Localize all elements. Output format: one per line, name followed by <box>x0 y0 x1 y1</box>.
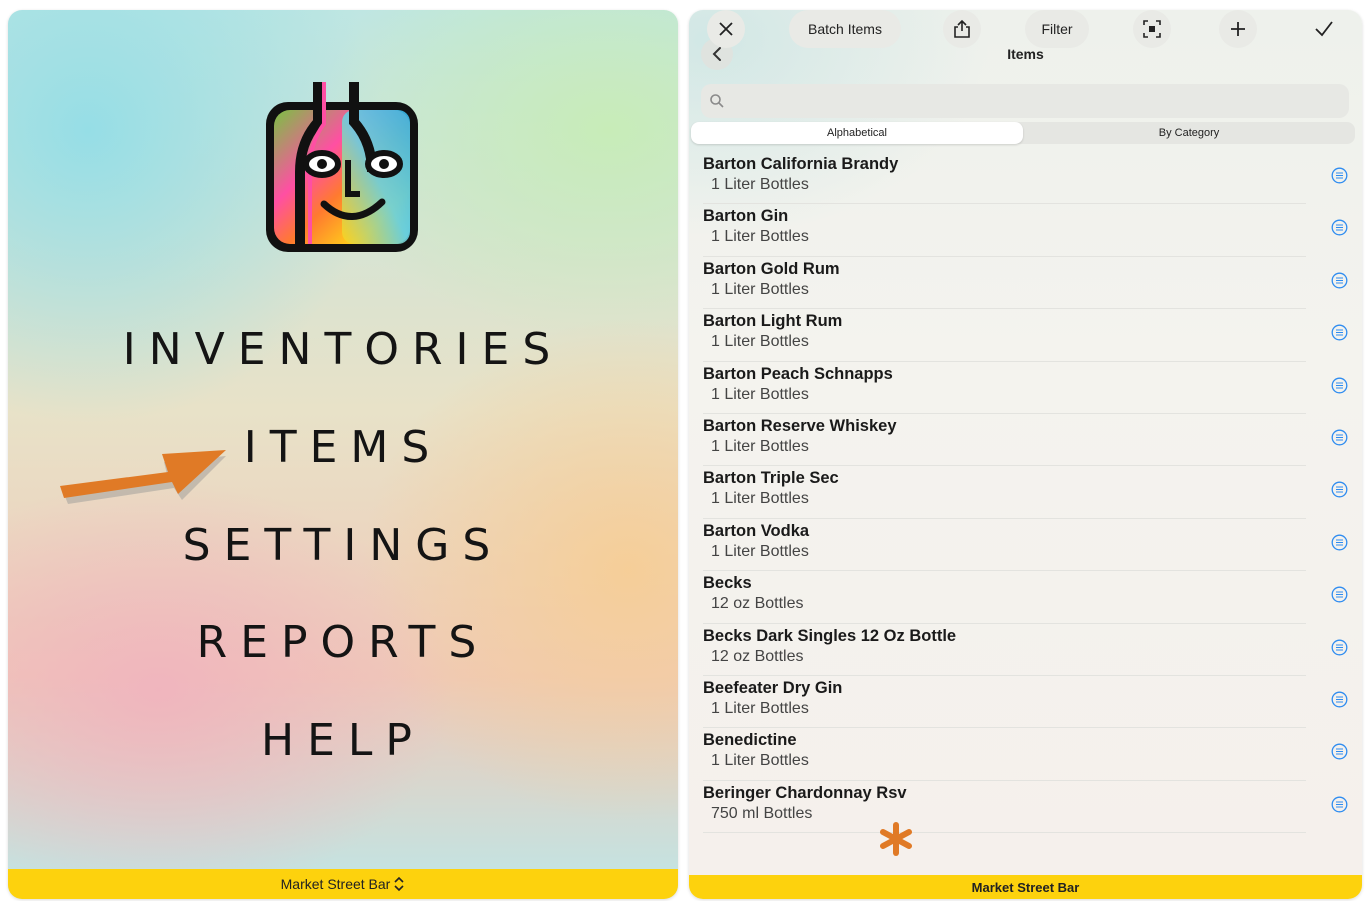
list-item[interactable]: Becks 12 oz Bottles <box>689 571 1362 624</box>
scan-button[interactable] <box>1133 10 1171 48</box>
sort-segmented-control[interactable]: Alphabetical By Category <box>691 122 1355 144</box>
list-item[interactable]: Barton Vodka 1 Liter Bottles <box>689 519 1362 572</box>
items-list: Barton California Brandy 1 Liter Bottles B… <box>689 152 1362 834</box>
item-unit: 1 Liter Bottles <box>711 752 809 770</box>
item-unit: 750 ml Bottles <box>711 804 813 822</box>
filter-label: Filter <box>1041 21 1073 37</box>
menu-inventories[interactable]: INVENTORIES <box>8 324 678 375</box>
items-panel: Items Alphabetical By Category Barton Ca… <box>689 10 1362 899</box>
list-item[interactable]: Barton California Brandy 1 Liter Bottles <box>689 152 1362 205</box>
details-icon[interactable] <box>1331 691 1348 708</box>
row-divider <box>703 832 1306 834</box>
details-icon[interactable] <box>1331 586 1348 603</box>
item-name: Becks Dark Singles 12 Oz Bottle <box>703 626 957 645</box>
item-unit: 1 Liter Bottles <box>711 437 809 455</box>
details-icon[interactable] <box>1331 743 1348 760</box>
details-icon[interactable] <box>1331 534 1348 551</box>
item-unit: 1 Liter Bottles <box>711 176 809 193</box>
item-name: Barton Gin <box>703 207 789 226</box>
search-bar[interactable] <box>701 84 1349 118</box>
list-item[interactable]: Barton Peach Schnapps 1 Liter Bottles <box>689 362 1362 414</box>
item-name: Beringer Chardonnay Rsv <box>703 783 907 802</box>
list-item[interactable]: Barton Triple Sec 1 Liter Bottles <box>689 466 1362 519</box>
item-name: Benedictine <box>703 731 797 750</box>
details-icon[interactable] <box>1331 167 1348 184</box>
item-unit: 1 Liter Bottles <box>711 490 809 508</box>
share-button[interactable] <box>943 10 981 48</box>
details-icon[interactable] <box>1331 272 1348 289</box>
item-name: Barton Triple Sec <box>703 469 839 488</box>
batch-items-button[interactable]: Batch Items <box>789 10 901 48</box>
list-item[interactable]: Barton Gold Rum 1 Liter Bottles <box>689 257 1362 310</box>
menu-help[interactable]: HELP <box>8 715 678 766</box>
item-unit: 1 Liter Bottles <box>711 228 809 246</box>
list-item[interactable]: Barton Light Rum 1 Liter Bottles <box>689 309 1362 362</box>
details-icon[interactable] <box>1331 481 1348 498</box>
item-unit: 12 oz Bottles <box>711 595 804 613</box>
bar-app-logo <box>266 82 418 252</box>
batch-items-label: Batch Items <box>808 21 882 37</box>
item-name: Barton California Brandy <box>703 155 899 173</box>
item-name: Beefeater Dry Gin <box>703 678 843 697</box>
segment-by-category[interactable]: By Category <box>1023 122 1355 144</box>
details-icon[interactable] <box>1331 324 1348 341</box>
menu-reports[interactable]: REPORTS <box>8 617 678 668</box>
pointer-arrow-icon <box>60 450 226 504</box>
details-icon[interactable] <box>1331 219 1348 236</box>
item-unit: 1 Liter Bottles <box>711 333 809 351</box>
item-name: Barton Light Rum <box>703 312 843 331</box>
details-icon[interactable] <box>1331 639 1348 656</box>
item-unit: 12 oz Bottles <box>711 647 804 665</box>
list-item[interactable]: Becks Dark Singles 12 Oz Bottle 12 oz Bot… <box>689 624 1362 676</box>
chevron-up-down-icon <box>394 876 404 892</box>
list-item[interactable]: Barton Gin 1 Liter Bottles <box>689 204 1362 257</box>
item-name: Becks <box>703 574 752 593</box>
close-button[interactable] <box>707 10 745 48</box>
location-label: Market Street Bar <box>280 876 391 892</box>
item-unit: 1 Liter Bottles <box>711 385 809 403</box>
close-icon <box>719 22 733 36</box>
search-icon <box>710 94 724 108</box>
details-icon[interactable] <box>1331 377 1348 394</box>
item-unit: 1 Liter Bottles <box>711 699 809 717</box>
list-item[interactable]: Benedictine 1 Liter Bottles <box>689 728 1362 781</box>
list-item[interactable]: Barton Reserve Whiskey 1 Liter Bottles <box>689 414 1362 467</box>
location-selector[interactable]: Market Street Bar <box>8 869 678 899</box>
item-name: Barton Peach Schnapps <box>703 364 893 383</box>
item-name: Barton Gold Rum <box>703 259 840 278</box>
asterisk-highlight-icon <box>880 822 912 856</box>
location-bar: Market Street Bar <box>689 875 1362 899</box>
share-icon <box>954 19 970 38</box>
main-menu-panel: INVENTORIES ITEMS SETTINGS REPORTS HELP … <box>8 10 678 899</box>
checkmark-icon <box>1315 21 1333 37</box>
plus-icon <box>1231 22 1245 36</box>
list-item[interactable]: Beringer Chardonnay Rsv 750 ml Bottles <box>689 781 1362 834</box>
item-name: Barton Reserve Whiskey <box>703 416 897 435</box>
segment-alphabetical[interactable]: Alphabetical <box>691 122 1023 144</box>
page-title: Items <box>1007 46 1044 62</box>
item-unit: 1 Liter Bottles <box>711 542 809 560</box>
item-name: Barton Vodka <box>703 521 810 540</box>
filter-button[interactable]: Filter <box>1025 10 1089 48</box>
add-button[interactable] <box>1219 10 1257 48</box>
details-icon[interactable] <box>1331 429 1348 446</box>
details-icon[interactable] <box>1331 796 1348 813</box>
done-button[interactable] <box>1305 10 1343 48</box>
search-input[interactable] <box>731 92 1349 110</box>
item-unit: 1 Liter Bottles <box>711 280 809 298</box>
scan-icon <box>1143 20 1161 38</box>
list-item[interactable]: Beefeater Dry Gin 1 Liter Bottles <box>689 676 1362 729</box>
location-label: Market Street Bar <box>971 879 1080 895</box>
menu-settings[interactable]: SETTINGS <box>8 520 678 571</box>
